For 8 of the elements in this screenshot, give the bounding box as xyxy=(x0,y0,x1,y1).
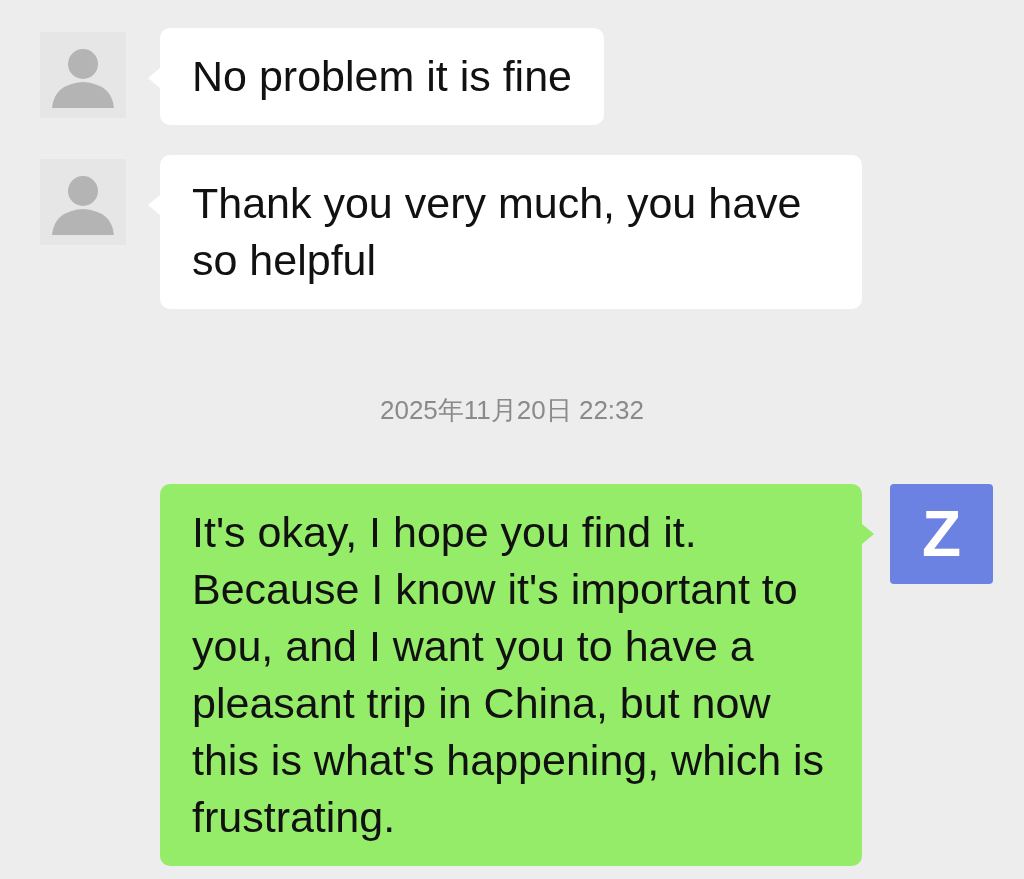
message-bubble: It's okay, I hope you find it. Because I know it's important to you, and I want you to have a pleasant trip in China, but now this is what's happening, which is frustrating. xyxy=(160,484,862,866)
timestamp: 2025年11月20日 22:32 xyxy=(379,394,644,427)
bubble-tail xyxy=(862,524,874,544)
avatar: Z xyxy=(890,484,993,584)
message-bubble: No problem it is fine xyxy=(160,28,604,125)
avatar-icon xyxy=(40,159,126,245)
message-bubble: Thank you very much, you have so helpful xyxy=(160,155,862,309)
avatar-icon xyxy=(40,32,126,118)
